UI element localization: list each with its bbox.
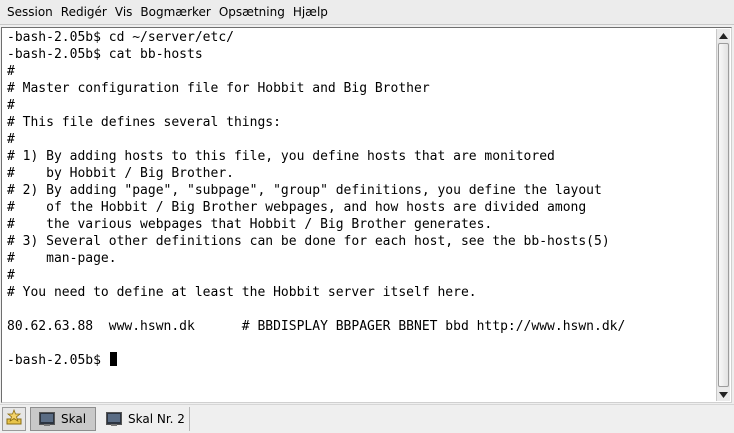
tab-label: Skal xyxy=(61,412,87,426)
terminal-line: # xyxy=(7,64,15,79)
terminal-icon xyxy=(106,412,122,426)
terminal-icon xyxy=(39,412,55,426)
vertical-scrollbar[interactable] xyxy=(716,29,730,401)
terminal-line: # xyxy=(7,98,15,113)
tab-label: Skal Nr. 2 xyxy=(128,412,185,426)
terminal-line: 80.62.63.88 www.hswn.dk # BBDISPLAY BBPA… xyxy=(7,319,626,334)
terminal-prompt-line: -bash-2.05b$ xyxy=(7,352,117,369)
terminal-line: # by Hobbit / Big Brother. xyxy=(7,166,234,181)
menu-help[interactable]: Hjælp xyxy=(290,0,331,24)
text-cursor xyxy=(109,352,117,366)
terminal-output[interactable]: -bash-2.05b$ cd ~/server/etc/ -bash-2.05… xyxy=(3,29,717,401)
terminal-line: # 2) By adding "page", "subpage", "group… xyxy=(7,183,602,198)
tab-skal[interactable]: Skal xyxy=(30,407,96,431)
terminal-line: # You need to define at least the Hobbit… xyxy=(7,285,477,300)
terminal-line: -bash-2.05b$ cat bb-hosts xyxy=(7,47,203,62)
menu-view[interactable]: Vis xyxy=(112,0,136,24)
menu-settings[interactable]: Opsætning xyxy=(216,0,288,24)
terminal-line: # 1) By adding hosts to this file, you d… xyxy=(7,149,555,164)
session-tabbar: Skal Skal Nr. 2 xyxy=(0,404,734,433)
terminal-line: -bash-2.05b$ cd ~/server/etc/ xyxy=(7,30,234,45)
terminal-line: # the various webpages that Hobbit / Big… xyxy=(7,217,493,232)
terminal-line: # of the Hobbit / Big Brother webpages, … xyxy=(7,200,587,215)
menubar: Session Redigér Vis Bogmærker Opsætning … xyxy=(0,0,734,25)
terminal-line: # 3) Several other definitions can be do… xyxy=(7,234,610,249)
terminal-line: # Master configuration file for Hobbit a… xyxy=(7,81,430,96)
menu-edit[interactable]: Redigér xyxy=(58,0,110,24)
terminal-line: # xyxy=(7,268,15,283)
terminal-line: # This file defines several things: xyxy=(7,115,281,130)
new-session-icon xyxy=(5,408,23,430)
tab-skal-nr-2[interactable]: Skal Nr. 2 xyxy=(98,407,190,431)
scrollbar-thumb[interactable] xyxy=(718,43,729,387)
menu-session[interactable]: Session xyxy=(0,0,56,24)
terminal-frame: -bash-2.05b$ cd ~/server/etc/ -bash-2.05… xyxy=(1,27,732,403)
terminal-line: # man-page. xyxy=(7,251,117,266)
arrow-down-icon[interactable] xyxy=(717,388,730,401)
terminal-prompt: -bash-2.05b$ xyxy=(7,353,109,368)
new-session-button[interactable] xyxy=(2,407,26,431)
menu-bookmarks[interactable]: Bogmærker xyxy=(137,0,213,24)
terminal-line: # xyxy=(7,132,15,147)
arrow-up-icon[interactable] xyxy=(717,29,730,42)
